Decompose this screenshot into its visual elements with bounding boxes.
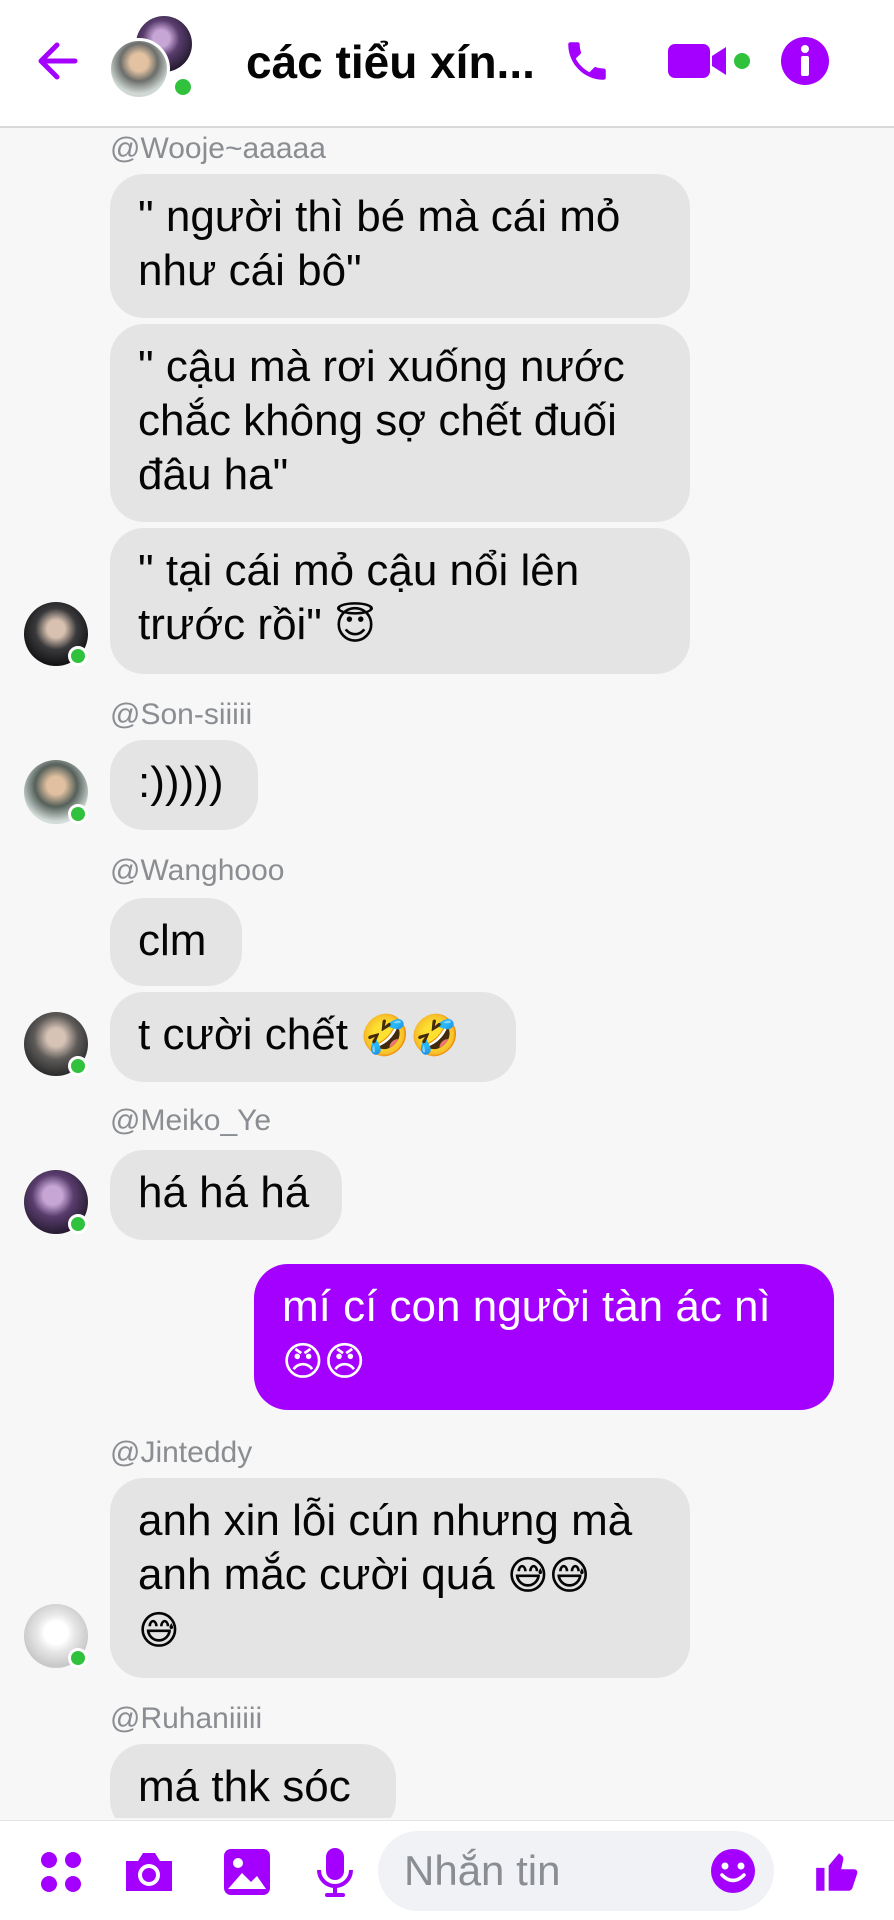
- sender-name: @Meiko_Ye: [110, 1104, 272, 1137]
- phone-icon: [568, 42, 606, 80]
- info-icon: [781, 37, 829, 85]
- message-bubble[interactable]: clm: [110, 898, 242, 986]
- angry-face-emoji: 😠😠: [282, 1339, 366, 1385]
- smiley-icon: [711, 1849, 755, 1893]
- group-member-photo: [108, 38, 170, 100]
- message-input[interactable]: [404, 1831, 724, 1911]
- voice-call-button[interactable]: [556, 30, 618, 92]
- avatar[interactable]: [24, 1604, 88, 1668]
- halo-smile-emoji: 😇: [334, 603, 376, 649]
- image-icon: [224, 1849, 270, 1895]
- message-bubble[interactable]: " người thì bé mà cái mỏ như cái bô": [110, 174, 690, 318]
- message-bubble[interactable]: :))))): [110, 740, 258, 830]
- message-list[interactable]: @Wooje~aaaaa " người thì bé mà cái mỏ nh…: [0, 130, 894, 1818]
- online-status-dot: [68, 1648, 88, 1668]
- online-status-dot: [68, 646, 88, 666]
- sender-name: @Son-siiiii: [110, 698, 253, 731]
- avatar[interactable]: [24, 602, 88, 666]
- video-call-button[interactable]: [664, 30, 754, 92]
- microphone-icon: [317, 1848, 353, 1897]
- back-button[interactable]: [30, 34, 84, 88]
- sender-name: @Jinteddy: [110, 1436, 253, 1469]
- gallery-button[interactable]: [218, 1843, 276, 1901]
- message-bubble[interactable]: há há há: [110, 1150, 342, 1240]
- emoji-picker-button[interactable]: [704, 1842, 762, 1900]
- message-bubble[interactable]: má thk sóc: [110, 1744, 396, 1818]
- message-bubble[interactable]: " cậu mà rơi xuống nước chắc không sợ ch…: [110, 324, 690, 522]
- rofl-emoji: 🤣🤣: [360, 1013, 460, 1059]
- camera-button[interactable]: [120, 1843, 178, 1901]
- conversation-header: các tiểu xín...: [0, 0, 894, 128]
- message-bubble[interactable]: t cười chết 🤣🤣: [110, 992, 516, 1082]
- video-camera-icon: [668, 44, 750, 78]
- online-status-dot: [68, 1214, 88, 1234]
- online-status-dot: [172, 76, 194, 98]
- message-bubble[interactable]: " tại cái mỏ cậu nổi lên trước rồi" 😇: [110, 528, 690, 674]
- more-actions-button[interactable]: [32, 1843, 90, 1901]
- conversation-info-button[interactable]: [774, 30, 836, 92]
- online-status-dot: [68, 804, 88, 824]
- online-status-dot: [68, 1056, 88, 1076]
- avatar[interactable]: [24, 1170, 88, 1234]
- sender-name: @Ruhaniiiii: [110, 1702, 263, 1735]
- sender-name: @Wooje~aaaaa: [110, 132, 326, 165]
- apps-grid-icon: [41, 1852, 81, 1892]
- sender-name: @Wanghooo: [110, 854, 285, 887]
- conversation-title[interactable]: các tiểu xín...: [246, 30, 535, 94]
- message-bubble[interactable]: anh xin lỗi cún nhưng mà anh mắc cười qu…: [110, 1478, 690, 1678]
- avatar[interactable]: [24, 760, 88, 824]
- message-composer: [0, 1820, 894, 1920]
- back-arrow-icon: [38, 42, 78, 80]
- voice-message-button[interactable]: [306, 1843, 364, 1901]
- thumbs-up-icon: [816, 1853, 858, 1891]
- group-avatar[interactable]: [108, 16, 200, 102]
- outgoing-message-bubble[interactable]: mí cí con người tàn ác nì 😠😠: [254, 1264, 834, 1410]
- avatar[interactable]: [24, 1012, 88, 1076]
- camera-icon: [126, 1853, 172, 1891]
- message-input-field[interactable]: [378, 1831, 774, 1911]
- like-button[interactable]: [808, 1843, 866, 1901]
